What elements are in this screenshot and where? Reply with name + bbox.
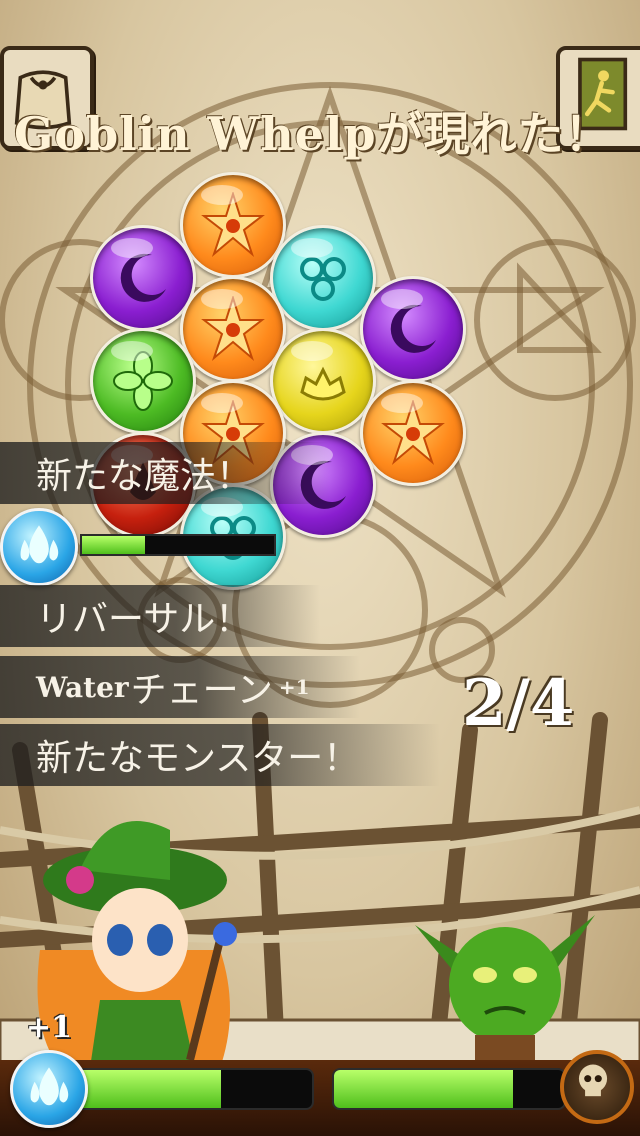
wave-counter: 2/4 xyxy=(462,666,575,741)
crescent-moon-icon xyxy=(120,253,166,302)
crescent-moon-icon xyxy=(390,304,436,353)
spell-progress-bar xyxy=(80,534,276,556)
fire-star-icon xyxy=(381,400,445,466)
clover-leaf-icon xyxy=(113,351,173,411)
crown-icon xyxy=(300,366,346,401)
board-orb-1[interactable] xyxy=(180,172,286,278)
log-chain-suffix: チェーン xyxy=(130,670,273,711)
log-new-spell: 新たな魔法！ xyxy=(0,442,330,504)
log-new-spell-text: 新たな魔法！ xyxy=(36,456,253,497)
board-orb-2[interactable] xyxy=(90,225,196,331)
board-orb-5[interactable] xyxy=(360,276,466,382)
triskelion-icon xyxy=(300,257,346,301)
enemy-hp-bar xyxy=(332,1068,566,1110)
log-chain-bonus: +1 xyxy=(278,675,310,699)
log-water-chain: Water チェーン +1 xyxy=(0,656,360,718)
goblin-whelp-enemy xyxy=(415,915,595,1065)
water-drop-icon xyxy=(20,525,59,564)
enemy-hp-fill xyxy=(334,1070,514,1108)
encounter-title: Goblin Whelpが現れた！ xyxy=(14,107,612,161)
player-bonus: +1 xyxy=(26,1010,73,1045)
water-drop-icon xyxy=(30,1067,69,1106)
log-reversal-text: リバーサル！ xyxy=(36,599,252,640)
log-new-monster: 新たなモンスター！ xyxy=(0,724,440,786)
board-orb-9[interactable] xyxy=(360,380,466,486)
player-hp-fill xyxy=(72,1070,221,1108)
spell-progress-fill xyxy=(82,536,146,554)
skull-icon xyxy=(578,1064,608,1097)
player-water-badge xyxy=(10,1050,88,1128)
log-chain-word: Water xyxy=(36,670,129,704)
log-new-monster-text: 新たなモンスター！ xyxy=(36,738,360,779)
board-orb-4[interactable] xyxy=(180,276,286,382)
board-orb-3[interactable] xyxy=(270,225,376,331)
player-hp-bar xyxy=(70,1068,314,1110)
log-reversal: リバーサル！ xyxy=(0,585,320,647)
spell-progress-row xyxy=(0,508,290,586)
board-orb-7[interactable] xyxy=(270,328,376,434)
fire-star-icon xyxy=(201,192,265,258)
water-drop-badge xyxy=(0,508,78,586)
fire-star-icon xyxy=(201,296,265,362)
board-orb-6[interactable] xyxy=(90,328,196,434)
enemy-skull-badge xyxy=(560,1050,634,1124)
